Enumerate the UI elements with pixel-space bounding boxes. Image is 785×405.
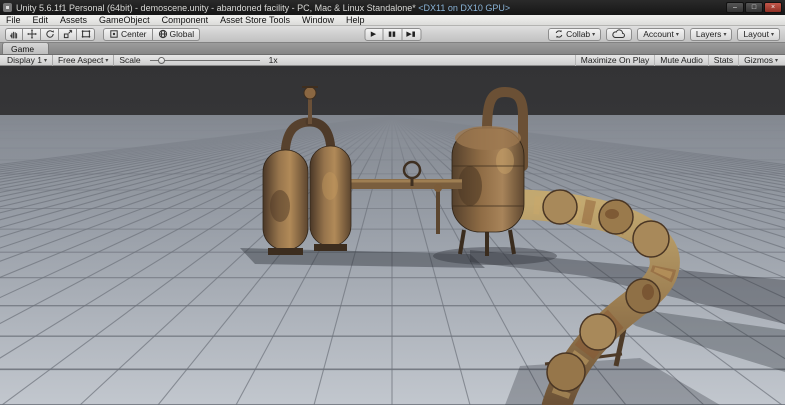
play-button[interactable]: ▶ — [364, 27, 383, 41]
close-button[interactable]: × — [764, 2, 782, 13]
rotate-icon — [45, 30, 54, 38]
account-dropdown[interactable]: Account ▾ — [637, 27, 685, 41]
pivot-toggle-button[interactable]: Center — [103, 27, 153, 41]
space-toggle-button[interactable]: Global — [152, 27, 201, 41]
account-label: Account — [643, 29, 674, 39]
window-title-text: Unity 5.6.1f1 Personal (64bit) - demosce… — [16, 2, 416, 13]
menu-item-help[interactable]: Help — [340, 15, 371, 25]
gizmos-dropdown[interactable]: Gizmos ▾ — [738, 54, 783, 66]
cloud-icon — [612, 29, 626, 38]
transform-tools — [5, 27, 95, 41]
step-button[interactable]: ▶▮ — [402, 27, 421, 41]
menu-item-window[interactable]: Window — [296, 15, 340, 25]
space-toggle-label: Global — [169, 29, 195, 39]
tab-game[interactable]: Game — [2, 42, 50, 54]
collab-dropdown[interactable]: Collab ▾ — [548, 27, 602, 41]
stats-toggle[interactable]: Stats — [707, 54, 738, 66]
move-icon — [26, 29, 37, 39]
menu-item-component[interactable]: Component — [156, 15, 215, 25]
window-title-gpu: <DX11 on DX10 GPU> — [418, 2, 511, 13]
window-title: Unity 5.6.1f1 Personal (64bit) - demosce… — [16, 3, 510, 13]
minimize-button[interactable]: – — [726, 2, 744, 13]
chevron-down-icon: ▾ — [675, 31, 679, 38]
chevron-down-icon: ▾ — [105, 57, 109, 64]
layout-dropdown[interactable]: Layout ▾ — [737, 27, 780, 41]
menu-item-edit[interactable]: Edit — [27, 15, 55, 25]
display-dropdown-label: Display 1 — [7, 55, 42, 65]
hand-tool-button[interactable] — [5, 27, 23, 41]
pause-button[interactable]: ▮▮ — [383, 27, 402, 41]
tab-game-label: Game — [11, 43, 35, 54]
scale-slider-knob[interactable] — [157, 56, 165, 64]
unity-window: Unity 5.6.1f1 Personal (64bit) - demosce… — [0, 0, 785, 405]
chevron-down-icon: ▾ — [770, 31, 774, 38]
aspect-dropdown[interactable]: Free Aspect ▾ — [53, 54, 115, 66]
chevron-down-icon: ▾ — [723, 31, 727, 38]
chevron-down-icon: ▾ — [43, 57, 47, 64]
rotate-tool-button[interactable] — [41, 27, 59, 41]
maximize-on-play-toggle[interactable]: Maximize On Play — [574, 54, 655, 66]
collab-label: Collab — [566, 29, 591, 39]
maximize-button[interactable]: □ — [745, 2, 763, 13]
chevron-down-icon: ▾ — [592, 31, 596, 38]
scale-slider[interactable] — [149, 55, 260, 66]
cloud-button[interactable] — [606, 27, 633, 41]
toolbar-right-group: Collab ▾ Account ▾ Layers ▾ Layout ▾ — [548, 27, 780, 41]
collab-sync-icon — [555, 30, 563, 38]
rect-tool-button[interactable] — [77, 27, 95, 41]
tab-strip: Game — [0, 42, 785, 55]
globe-icon — [158, 29, 167, 39]
rect-tool-icon — [81, 30, 90, 38]
hand-icon — [10, 31, 18, 39]
titlebar: Unity 5.6.1f1 Personal (64bit) - demosce… — [0, 0, 785, 15]
layers-label: Layers — [695, 29, 722, 39]
menu-item-file[interactable]: File — [0, 15, 27, 25]
mute-audio-toggle[interactable]: Mute Audio — [654, 54, 708, 66]
menu-item-assets[interactable]: Assets — [54, 15, 93, 25]
game-viewport[interactable] — [0, 66, 785, 405]
scale-slider-track — [149, 59, 260, 61]
playback-controls: ▶ ▮▮ ▶▮ — [364, 27, 421, 41]
menu-item-asset-store-tools[interactable]: Asset Store Tools — [214, 15, 296, 25]
main-toolbar: Center Global ▶ ▮▮ ▶▮ Collab ▾ Account ▾… — [0, 26, 785, 43]
scale-value: 1x — [268, 55, 278, 65]
scale-icon — [63, 29, 72, 39]
aspect-dropdown-label: Free Aspect — [57, 55, 104, 65]
scale-tool-button[interactable] — [59, 27, 77, 41]
gizmos-label: Gizmos — [744, 55, 773, 65]
menu-bar: File Edit Assets GameObject Component As… — [0, 15, 785, 26]
layout-label: Layout — [743, 29, 769, 39]
scale-label: Scale — [119, 55, 141, 65]
move-tool-button[interactable] — [23, 27, 41, 41]
pivot-icon — [110, 30, 118, 38]
layers-dropdown[interactable]: Layers ▾ — [689, 27, 733, 41]
display-dropdown[interactable]: Display 1 ▾ — [2, 54, 53, 66]
pivot-space-toggles: Center Global — [103, 27, 201, 41]
pivot-toggle-label: Center — [121, 29, 147, 39]
menu-item-gameobject[interactable]: GameObject — [93, 15, 156, 25]
game-toolbar: Display 1 ▾ Free Aspect ▾ Scale 1x Maxim… — [0, 54, 785, 66]
horizon-haze — [0, 115, 785, 170]
unity-logo-icon — [3, 3, 12, 12]
chevron-down-icon: ▾ — [774, 57, 778, 64]
